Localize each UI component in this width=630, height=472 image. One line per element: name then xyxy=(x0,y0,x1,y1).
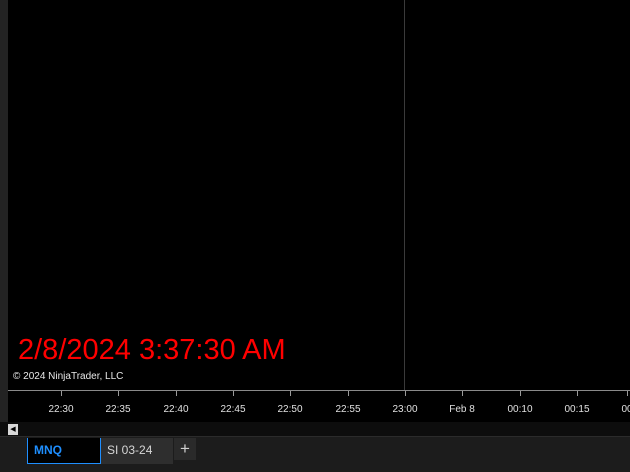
time-axis-tick xyxy=(520,391,521,396)
time-axis-tick xyxy=(462,391,463,396)
time-axis-label: 22:55 xyxy=(335,404,361,415)
tab-si-03-24[interactable]: SI 03-24 xyxy=(101,438,173,464)
time-axis-tick xyxy=(627,391,628,396)
time-axis-label: 00:10 xyxy=(507,404,533,415)
time-axis-tick xyxy=(577,391,578,396)
time-axis-tick xyxy=(348,391,349,396)
tab-mnq[interactable]: MNQ xyxy=(27,438,101,464)
time-axis-tick xyxy=(233,391,234,396)
time-axis[interactable]: 22:30 22:35 22:40 22:45 22:50 22:55 23:0… xyxy=(8,390,630,422)
time-axis-label: 22:45 xyxy=(220,404,246,415)
copyright-text: © 2024 NinjaTrader, LLC xyxy=(13,371,124,382)
time-axis-label: 22:35 xyxy=(105,404,131,415)
time-axis-label: 22:30 xyxy=(48,404,74,415)
instrument-tab-bar: MNQ SI 03-24 + xyxy=(0,436,630,472)
time-axis-label: 00 xyxy=(621,404,630,415)
time-axis-label: 00:15 xyxy=(564,404,590,415)
time-axis-label: 23:00 xyxy=(392,404,418,415)
time-axis-label: 22:40 xyxy=(163,404,189,415)
overlay-timestamp: 2/8/2024 3:37:30 AM xyxy=(18,334,286,366)
chart-left-border xyxy=(0,0,8,422)
chart-window: 2/8/2024 3:37:30 AM © 2024 NinjaTrader, … xyxy=(0,0,630,472)
time-axis-tick xyxy=(61,391,62,396)
add-tab-button[interactable]: + xyxy=(174,438,196,460)
time-axis-tick xyxy=(118,391,119,396)
horizontal-scroll-row: ◀ xyxy=(0,422,630,436)
time-axis-tick xyxy=(290,391,291,396)
time-axis-tick xyxy=(405,391,406,396)
chart-plot-area[interactable]: 2/8/2024 3:37:30 AM © 2024 NinjaTrader, … xyxy=(8,0,630,390)
session-divider-line xyxy=(404,0,405,390)
scroll-left-icon[interactable]: ◀ xyxy=(8,424,18,435)
time-axis-tick xyxy=(176,391,177,396)
time-axis-label: Feb 8 xyxy=(449,404,475,415)
time-axis-label: 22:50 xyxy=(277,404,303,415)
